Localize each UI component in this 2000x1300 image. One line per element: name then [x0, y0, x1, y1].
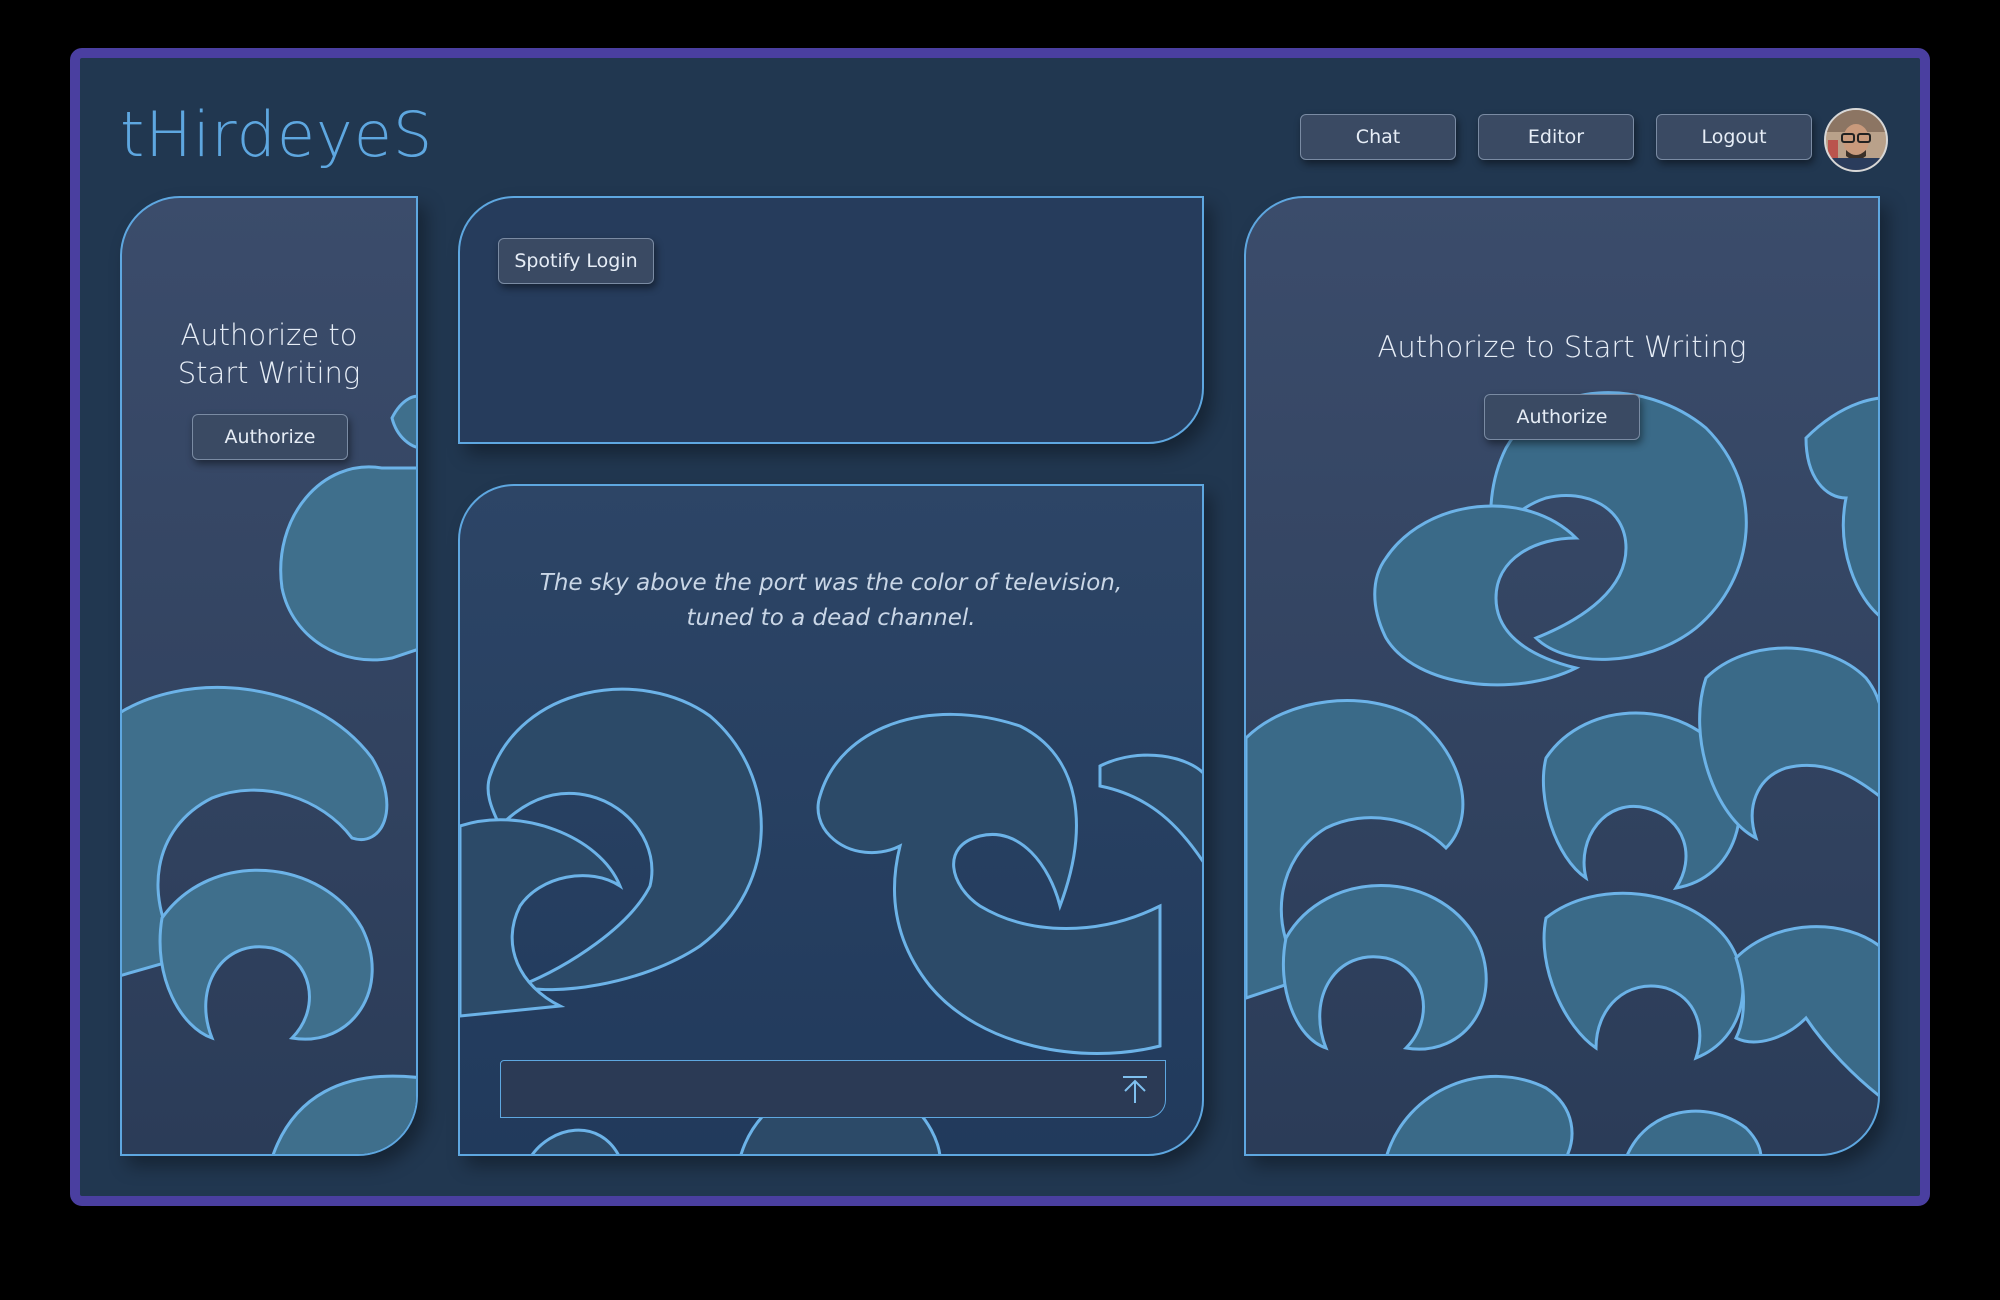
- chat-button[interactable]: Chat: [1300, 114, 1456, 160]
- right-authorize-panel: Authorize to Start Writing Authorize: [1244, 196, 1880, 1156]
- avatar-image: [1826, 110, 1886, 170]
- right-authorize-title: Authorize to Start Writing: [1377, 330, 1747, 364]
- logout-button[interactable]: Logout: [1656, 114, 1812, 160]
- spotify-login-button[interactable]: Spotify Login: [498, 238, 654, 284]
- right-authorize-button[interactable]: Authorize: [1484, 394, 1640, 440]
- spotify-panel: Spotify Login: [458, 196, 1204, 444]
- left-authorize-title: Authorize to Start Writing: [177, 318, 361, 390]
- editor-panel: The sky above the port was the color of …: [458, 484, 1204, 1156]
- app-logo[interactable]: tHirdeyeS: [120, 98, 433, 171]
- app-window: tHirdeyeS Chat Editor Logout Authorize t…: [70, 48, 1930, 1206]
- user-avatar[interactable]: [1824, 108, 1888, 172]
- editor-quote: The sky above the port was the color of …: [539, 570, 1123, 631]
- upload-arrow-icon[interactable]: [1119, 1073, 1151, 1105]
- editor-button[interactable]: Editor: [1478, 114, 1634, 160]
- left-authorize-button[interactable]: Authorize: [192, 414, 348, 460]
- left-authorize-panel: Authorize to Start Writing Authorize: [120, 196, 418, 1156]
- editor-input[interactable]: [500, 1060, 1166, 1118]
